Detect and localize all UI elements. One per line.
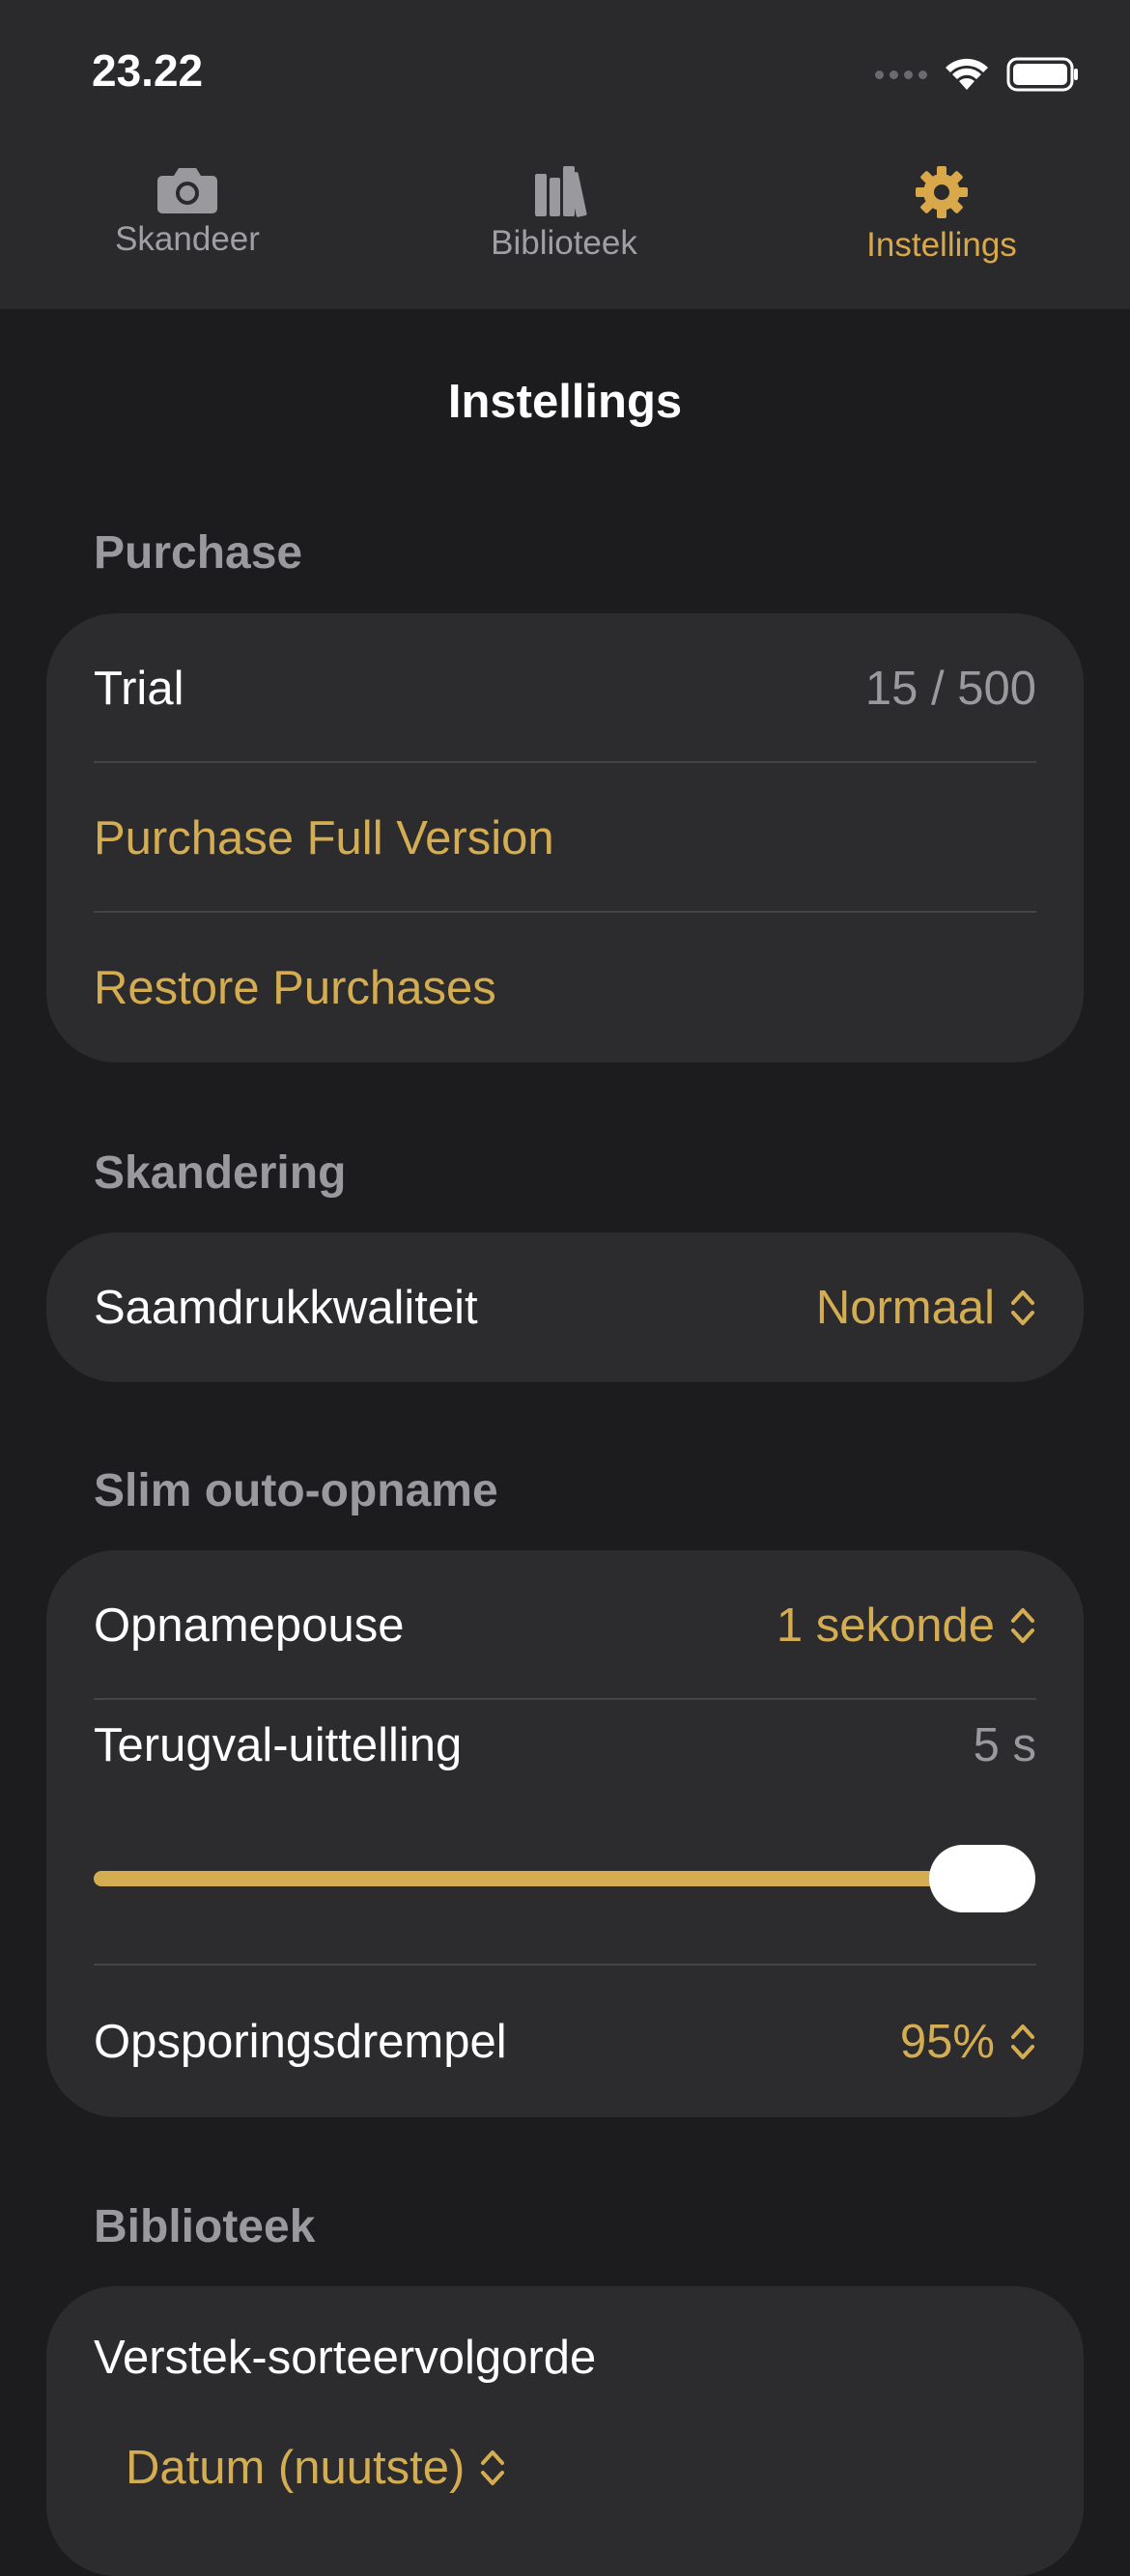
default-sort-order-value: Datum (nuutste) [126,2442,466,2494]
section-header-library: Biblioteek [94,2201,316,2252]
tab-skandeer[interactable]: Skandeer [42,164,332,259]
trial-row: Trial 15 / 500 [46,613,1084,763]
section-header-purchase: Purchase [94,527,303,579]
detection-threshold-label: Opsporingsdrempel [94,2015,507,2068]
slider-thumb[interactable] [929,1845,1035,1912]
purchase-full-version-label: Purchase Full Version [94,811,554,864]
default-sort-order-picker[interactable]: Datum (nuutste) [126,2441,507,2495]
chevron-up-down-icon [481,2450,505,2485]
detection-threshold-value: 95% [899,2015,995,2068]
gear-icon [916,166,968,218]
chevron-up-down-icon [1011,1607,1034,1643]
smart-capture-card: Opnamepouse 1 sekonde Terugval-uittellin… [46,1550,1084,2117]
status-icons [875,50,1080,99]
fallback-countdown-row: Terugval-uittelling 5 s [46,1700,1084,1816]
section-header-smart-capture: Slim outo-opname [94,1465,498,1516]
fallback-countdown-value: 5 s [973,1719,1036,1771]
compression-quality-row[interactable]: Saamdrukkwaliteit Normaal [46,1232,1084,1382]
scanning-card: Saamdrukkwaliteit Normaal [46,1232,1084,1382]
tab-label: Skandeer [115,220,260,258]
capture-pause-picker[interactable]: 1 sekonde [777,1599,1037,1653]
tab-label: Instellings [866,226,1017,264]
capture-pause-value: 1 sekonde [776,1599,995,1652]
restore-purchases-label: Restore Purchases [94,961,496,1014]
detection-threshold-row[interactable]: Opsporingsdrempel 95% [46,1966,1084,2117]
tab-instellings[interactable]: Instellings [797,164,1087,265]
page-title: Instellings [447,376,683,428]
chevron-up-down-icon [1011,1289,1034,1325]
section-header-scanning: Skandering [94,1147,347,1199]
compression-quality-value: Normaal [815,1281,995,1334]
restore-purchases-button[interactable]: Restore Purchases [46,913,1084,1062]
battery-icon [1006,57,1078,92]
default-sort-order-row: Verstek-sorteervolgorde [46,2286,1084,2412]
compression-quality-picker[interactable]: Normaal [816,1281,1037,1335]
camera-icon [157,168,217,213]
trial-value: 15 / 500 [864,662,1036,715]
fallback-countdown-slider[interactable] [94,1871,1035,1886]
compression-quality-label: Saamdrukkwaliteit [94,1281,478,1334]
library-card: Verstek-sorteervolgorde Datum (nuutste) [46,2286,1084,2576]
status-time: 23.22 [92,45,204,96]
tab-biblioteek[interactable]: Biblioteek [419,164,709,263]
tab-bar: Skandeer Biblioteek Instellings [0,164,1130,290]
books-icon [535,166,587,217]
purchase-card: Trial 15 / 500 Purchase Full Version Res… [46,613,1084,1062]
fallback-countdown-label: Terugval-uittelling [94,1719,463,1771]
top-bar: 23.22 Skandeer Biblioteek Instellings [0,0,1130,309]
chevron-up-down-icon [1011,2024,1034,2059]
capture-pause-row[interactable]: Opnamepouse 1 sekonde [46,1550,1084,1700]
wifi-icon [946,58,988,90]
capture-pause-label: Opnamepouse [94,1599,405,1652]
purchase-full-version-button[interactable]: Purchase Full Version [46,763,1084,913]
trial-label: Trial [94,662,184,715]
cellular-signal-icon [875,70,927,79]
detection-threshold-picker[interactable]: 95% [900,2015,1037,2069]
default-sort-order-label: Verstek-sorteervolgorde [94,2332,597,2384]
tab-label: Biblioteek [491,224,637,262]
